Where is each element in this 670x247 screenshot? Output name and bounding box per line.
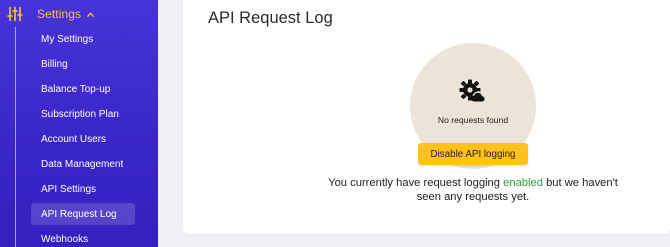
main-panel: API Request Log No requests found Disabl…: [183, 0, 670, 234]
settings-section-toggle[interactable]: Settings: [7, 4, 95, 24]
settings-section-label: Settings: [37, 7, 82, 21]
sidebar-item-webhooks[interactable]: Webhooks: [31, 228, 135, 247]
page-title: API Request Log: [208, 9, 333, 27]
sidebar-item-billing[interactable]: Billing: [31, 53, 135, 75]
status-text-prefix: You currently have request logging: [328, 177, 501, 189]
disable-api-logging-button[interactable]: Disable API logging: [418, 143, 528, 165]
empty-state-message: No requests found: [437, 115, 509, 125]
sidebar-item-balance-top-up[interactable]: Balance Top-up: [31, 78, 135, 100]
sidebar-item-api-request-log[interactable]: API Request Log: [31, 203, 135, 225]
logging-status-badge: enabled: [503, 177, 543, 189]
sidebar-item-data-management[interactable]: Data Management: [31, 153, 135, 175]
sidebar-item-api-settings[interactable]: API Settings: [31, 178, 135, 200]
gear-icon: [459, 79, 485, 104]
chevron-up-icon: [87, 11, 95, 17]
sliders-icon: [7, 6, 23, 22]
sidebar: Settings My Settings Billing Balance Top…: [0, 0, 158, 247]
sidebar-item-my-settings[interactable]: My Settings: [31, 28, 135, 50]
logging-status-text: You currently have request logging enabl…: [315, 177, 631, 204]
sidebar-item-subscription-plan[interactable]: Subscription Plan: [31, 103, 135, 125]
tree-connector: [15, 27, 16, 247]
sidebar-item-account-users[interactable]: Account Users: [31, 128, 135, 150]
